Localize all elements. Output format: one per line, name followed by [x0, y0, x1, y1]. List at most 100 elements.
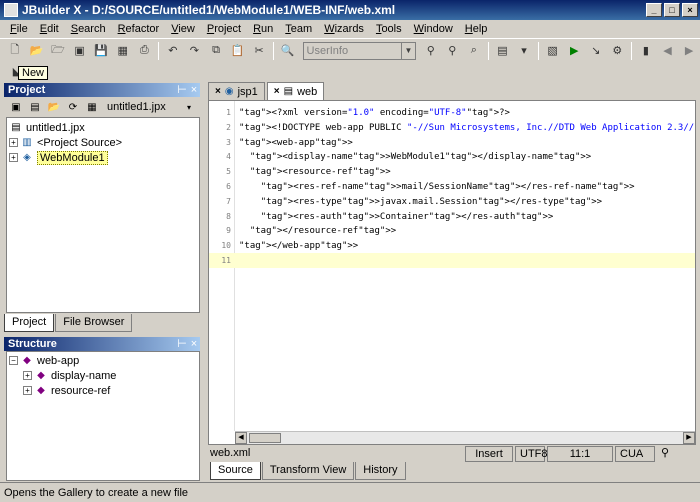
find-classes-icon[interactable]: ⌕ — [465, 42, 483, 60]
menu-wizards[interactable]: Wizards — [318, 23, 370, 35]
search-next-icon[interactable]: ⚲ — [444, 42, 462, 60]
structure-node-display-name[interactable]: + ◆ display-name — [23, 368, 116, 383]
save-icon[interactable]: 💾 — [92, 42, 110, 60]
open-file-icon[interactable]: 📂 — [28, 42, 46, 60]
make-icon[interactable]: ▤ — [494, 42, 512, 60]
expand-icon[interactable]: + — [23, 371, 32, 380]
status-cursor-position[interactable]: 11:1 — [547, 446, 613, 462]
tree-node-webmodule[interactable]: + ◈ WebModule1 — [9, 150, 108, 165]
close-panel-icon[interactable]: × — [188, 83, 200, 97]
code-line[interactable]: 4 "tag"><display-name"tag">>WebModule1"t… — [209, 149, 695, 164]
expand-icon[interactable]: + — [9, 138, 18, 147]
new-file-icon[interactable]: 🗋 — [6, 42, 24, 60]
undo-icon[interactable]: ↶ — [164, 42, 182, 60]
chevron-down-icon[interactable]: ▼ — [400, 42, 415, 59]
tree-node-project[interactable]: ▤ untitled1.jpx — [9, 120, 84, 135]
editor-tabs: × ◉ jsp1 × ▤ web — [208, 82, 326, 100]
tab-project[interactable]: Project — [4, 314, 55, 332]
code-editor[interactable]: 1 "tag"><?xml version="1.0" encoding="UTF… — [208, 100, 696, 445]
scroll-thumb[interactable] — [249, 433, 281, 443]
code-line[interactable]: 10 "tag"></web-app"tag">> — [209, 238, 695, 253]
tab-web[interactable]: × ▤ web — [266, 82, 325, 100]
refresh-icon[interactable]: ⟳ — [65, 99, 81, 115]
menu-project[interactable]: Project — [201, 23, 247, 35]
optimize-icon[interactable]: ⚙ — [609, 42, 627, 60]
expand-icon[interactable]: + — [23, 386, 32, 395]
menu-refactor[interactable]: Refactor — [112, 23, 166, 35]
cut-icon[interactable]: ✂ — [250, 42, 268, 60]
debug-icon[interactable]: ↘ — [587, 42, 605, 60]
structure-node-resource-ref[interactable]: + ◆ resource-ref — [23, 383, 110, 398]
run-dropdown-icon[interactable]: ▾ — [515, 42, 533, 60]
home-icon[interactable]: ▮ — [637, 42, 655, 60]
search-icon[interactable]: ⚲ — [657, 446, 683, 462]
find-icon[interactable]: 🔍 — [279, 42, 297, 60]
paste-icon[interactable]: 📋 — [229, 42, 247, 60]
collapse-icon[interactable]: − — [9, 356, 18, 365]
reopen-icon[interactable]: 🗁 — [49, 42, 67, 60]
menu-view[interactable]: View — [165, 23, 201, 35]
remove-files-icon[interactable]: 📂 — [46, 99, 62, 115]
tab-source[interactable]: Source — [210, 462, 261, 480]
code-line[interactable]: 8 "tag"><res-auth"tag">>Container"tag"><… — [209, 209, 695, 224]
save-all-icon[interactable]: ▦ — [114, 42, 132, 60]
close-tab-icon[interactable]: × — [274, 86, 280, 97]
menu-search[interactable]: Search — [65, 23, 112, 35]
status-text: Opens the Gallery to create a new file — [4, 486, 189, 499]
menu-help[interactable]: Help — [459, 23, 494, 35]
tab-jsp1[interactable]: × ◉ jsp1 — [208, 82, 265, 100]
close-file-icon[interactable]: ▣ — [71, 42, 89, 60]
code-line[interactable]: 7 "tag"><res-type"tag">>javax.mail.Sessi… — [209, 194, 695, 209]
menu-tools[interactable]: Tools — [370, 23, 408, 35]
maximize-button[interactable]: □ — [664, 3, 680, 17]
xml-file-icon: ▤ — [283, 86, 294, 97]
code-line[interactable]: 5 "tag"><resource-ref"tag">> — [209, 164, 695, 179]
menu-file[interactable]: File — [4, 23, 34, 35]
menu-run[interactable]: Run — [247, 23, 279, 35]
menu-edit[interactable]: Edit — [34, 23, 65, 35]
pin-icon[interactable]: ⊢ — [176, 337, 188, 351]
line-number: 1 — [226, 108, 231, 117]
add-files-icon[interactable]: ▤ — [27, 99, 43, 115]
forward-icon[interactable]: ▶ — [680, 42, 698, 60]
tab-history[interactable]: History — [355, 462, 406, 480]
code-line[interactable]: 6 "tag"><res-ref-name"tag">>mail/Session… — [209, 179, 695, 194]
code-line[interactable]: 9 "tag"></resource-ref"tag">> — [209, 223, 695, 238]
code-line[interactable]: 1 "tag"><?xml version="1.0" encoding="UTF… — [209, 105, 695, 120]
run-icon[interactable]: ▶ — [565, 42, 583, 60]
package-icon: ▥ — [22, 137, 32, 148]
pin-icon[interactable]: ⊢ — [176, 83, 188, 97]
redo-icon[interactable]: ↷ — [186, 42, 204, 60]
editor-status-bar: web.xml Insert UTF8 11:1 CUA ⚲ — [208, 446, 696, 462]
userinfo-combo[interactable]: UserInfo ▼ — [302, 41, 416, 60]
chevron-down-icon[interactable]: ▾ — [181, 99, 197, 115]
code-line[interactable]: 11 — [209, 253, 695, 268]
expand-icon[interactable]: + — [9, 153, 18, 162]
editor-view-tabs: Source Transform View History — [210, 462, 407, 480]
close-project-icon[interactable]: ▣ — [8, 99, 24, 115]
status-keymap[interactable]: CUA — [615, 446, 655, 462]
print-icon[interactable]: ⎙ — [135, 42, 153, 60]
tab-transform-view[interactable]: Transform View — [261, 462, 355, 480]
structure-node-web-app[interactable]: − ◆ web-app — [9, 353, 79, 368]
menu-team[interactable]: Team — [279, 23, 318, 35]
line-number: 2 — [226, 122, 231, 132]
scroll-right-icon[interactable]: ▶ — [683, 432, 695, 444]
minimize-button[interactable]: _ — [646, 3, 662, 17]
tree-node-project-source[interactable]: + ▥ <Project Source> — [9, 135, 122, 150]
close-panel-icon[interactable]: × — [188, 337, 200, 351]
tree-node-label: <Project Source> — [37, 136, 122, 149]
scroll-left-icon[interactable]: ◀ — [235, 432, 247, 444]
back-icon[interactable]: ◀ — [659, 42, 677, 60]
search-icon[interactable]: ⚲ — [422, 42, 440, 60]
tab-file-browser[interactable]: File Browser — [55, 314, 133, 332]
close-button[interactable]: × — [682, 3, 698, 17]
code-line[interactable]: 3 "tag"><web-app"tag">> — [209, 135, 695, 150]
code-line[interactable]: 2 "tag"><!DOCTYPE web-app PUBLIC "-//Sun … — [209, 120, 695, 135]
close-tab-icon[interactable]: × — [215, 86, 221, 97]
make-project-icon[interactable]: ▧ — [544, 42, 562, 60]
project-selector[interactable]: untitled1.jpx — [107, 101, 181, 113]
menu-window[interactable]: Window — [408, 23, 459, 35]
copy-icon[interactable]: ⧉ — [207, 42, 225, 60]
horizontal-scrollbar[interactable]: ◀ ▶ — [235, 431, 695, 444]
